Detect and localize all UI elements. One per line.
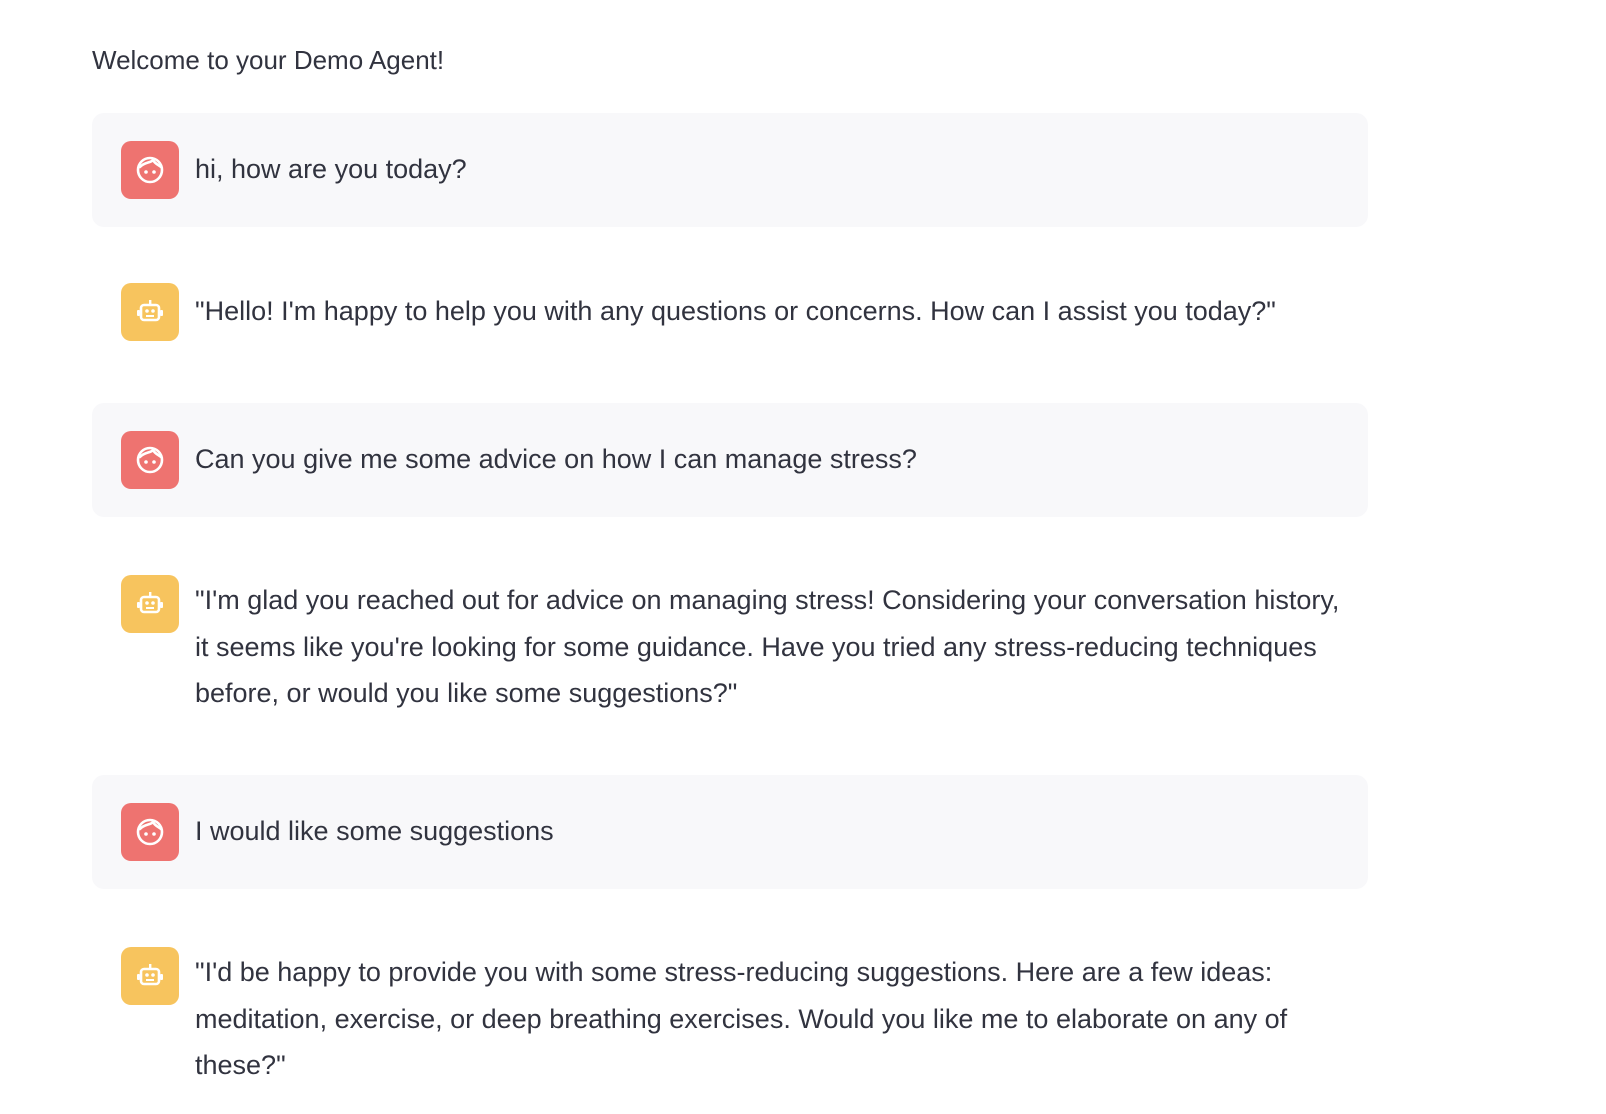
user-avatar xyxy=(121,141,179,199)
welcome-title: Welcome to your Demo Agent! xyxy=(92,45,445,75)
robot-icon xyxy=(135,297,165,327)
assistant-message: "I'd be happy to provide you with some s… xyxy=(92,918,1368,1098)
message-text: I would like some suggestions xyxy=(195,816,554,846)
assistant-avatar xyxy=(121,575,179,633)
message-text: "I'm glad you reached out for advice on … xyxy=(195,585,1340,708)
message-text: hi, how are you today? xyxy=(195,154,467,184)
user-face-icon xyxy=(135,445,165,475)
user-avatar xyxy=(121,803,179,861)
user-face-icon xyxy=(135,155,165,185)
assistant-message: "I'm glad you reached out for advice on … xyxy=(92,546,1368,726)
user-message: Can you give me some advice on how I can… xyxy=(92,403,1368,517)
message-text: "Hello! I'm happy to help you with any q… xyxy=(195,296,1276,326)
assistant-avatar xyxy=(121,947,179,1005)
user-message: hi, how are you today? xyxy=(92,113,1368,227)
user-face-icon xyxy=(135,817,165,847)
user-message: I would like some suggestions xyxy=(92,775,1368,889)
assistant-message: "Hello! I'm happy to help you with any q… xyxy=(92,255,1368,365)
user-avatar xyxy=(121,431,179,489)
message-text: "I'd be happy to provide you with some s… xyxy=(195,957,1288,1080)
assistant-avatar xyxy=(121,283,179,341)
robot-icon xyxy=(135,961,165,991)
message-text: Can you give me some advice on how I can… xyxy=(195,444,917,474)
robot-icon xyxy=(135,589,165,619)
